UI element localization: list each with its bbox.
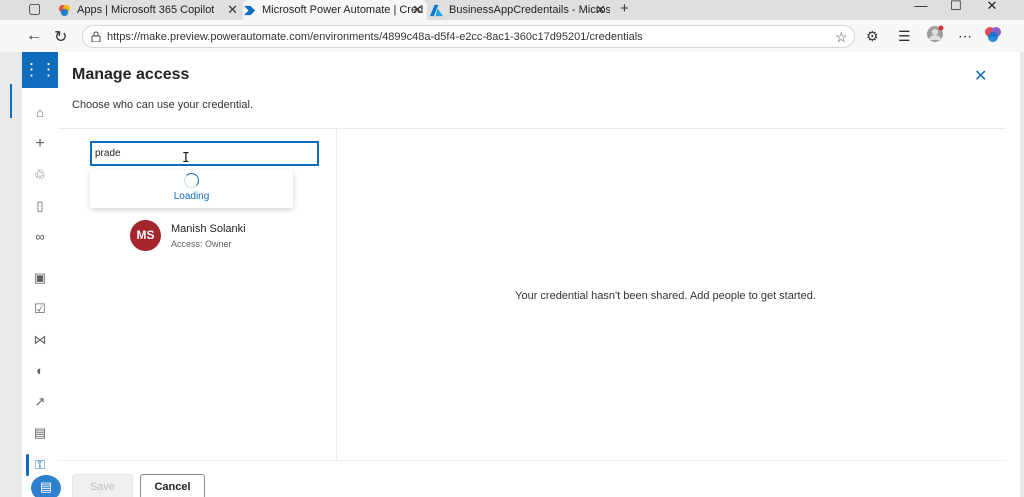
close-icon[interactable]: ✕ [412,2,423,18]
azure-icon [430,4,443,16]
person-name: Manish Solanki [171,223,246,235]
maximize-icon[interactable]: ☐ [938,0,974,14]
divider [58,128,1006,129]
save-button[interactable]: Save [72,474,133,497]
app-launcher-icon[interactable]: ⋮⋮ [22,52,58,88]
profile-icon[interactable] [926,25,944,46]
tab-business-app-credentials[interactable]: BusinessAppCredentails - Micros ✕ [430,0,610,20]
sidebar-toggle-icon[interactable]: ▢ [28,0,41,17]
approvals-icon[interactable]: ☑ [32,301,48,317]
power-automate-icon [243,5,256,15]
learn-icon[interactable]: ▯ [32,198,48,214]
loading-spinner-icon [184,173,199,188]
my-flows-icon[interactable]: ▣ [32,270,48,286]
scroll-indicator [10,84,12,118]
desktop-flows-icon[interactable]: ▤ [32,425,48,441]
person-access-level: Access: Owner [171,239,232,249]
tab-power-automate[interactable]: Microsoft Power Automate | Cred ✕ [243,0,427,20]
empty-state-message: Your credential hasn't been shared. Add … [515,290,816,302]
tab-title: BusinessAppCredentails - Micros [449,4,610,16]
refresh-icon[interactable]: ↻ [54,27,67,47]
tab-apps-copilot[interactable]: Apps | Microsoft 365 Copilot ✕ [58,0,242,20]
address-bar: ← ↻ https://make.preview.powerautomate.c… [0,20,1024,52]
active-nav-indicator [26,454,29,476]
suggestions-dropdown: Loading [90,170,293,208]
back-icon[interactable]: ← [26,27,42,45]
minimize-icon[interactable]: — [903,0,939,14]
lock-icon [91,31,101,42]
cancel-button[interactable]: Cancel [140,474,205,497]
copilot-sidebar-icon[interactable] [984,25,1002,46]
create-icon[interactable]: + [32,136,48,152]
manage-access-panel: Manage access ✕ Choose who can use your … [58,52,1020,497]
credentials-icon[interactable]: ⚿ [32,457,48,473]
close-panel-icon[interactable]: ✕ [974,66,987,86]
url-text: https://make.preview.powerautomate.com/e… [107,31,643,43]
url-field[interactable]: https://make.preview.powerautomate.com/e… [82,25,855,48]
left-nav-rail: ⋮⋮ ⌂ + ♲ ▯ ∞ ▣ ☑ ⋈ ◐ ↗ ▤ ⚿ [22,52,58,497]
chat-assistant-icon[interactable]: ▤ [31,475,61,497]
favorites-icon[interactable]: ☰ [898,28,911,45]
solutions-icon[interactable]: ⋈ [32,332,48,348]
close-icon[interactable]: ✕ [227,2,238,18]
people-search-field[interactable] [90,141,319,166]
new-tab-button[interactable]: + [620,0,629,17]
people-search-input[interactable] [92,143,317,164]
text-cursor-icon: I [182,151,190,166]
more-options-icon[interactable]: ⋯ [958,28,972,45]
process-mining-icon[interactable]: ◐ [32,363,48,379]
window-close-icon[interactable]: ✕ [974,0,1010,14]
panel-description: Choose who can use your credential. [72,99,253,111]
tab-title: Microsoft Power Automate | Cred [262,4,424,16]
home-icon[interactable]: ⌂ [32,105,48,121]
connectors-icon[interactable]: ∞ [32,229,48,245]
extensions-icon[interactable]: ⚙ [866,28,879,45]
close-icon[interactable]: ✕ [595,2,606,18]
panel-title: Manage access [72,66,190,83]
loading-text: Loading [173,191,210,202]
tab-title: Apps | Microsoft 365 Copilot [77,4,215,16]
favorite-star-icon[interactable]: ☆ [835,29,848,46]
templates-icon[interactable]: ♲ [32,167,48,183]
divider [58,460,1006,461]
browser-tab-strip: ▢ Apps | Microsoft 365 Copilot ✕ Microso… [0,0,1024,20]
avatar: MS [130,220,161,251]
copilot-icon [58,4,71,16]
monitor-icon[interactable]: ↗ [32,394,48,410]
